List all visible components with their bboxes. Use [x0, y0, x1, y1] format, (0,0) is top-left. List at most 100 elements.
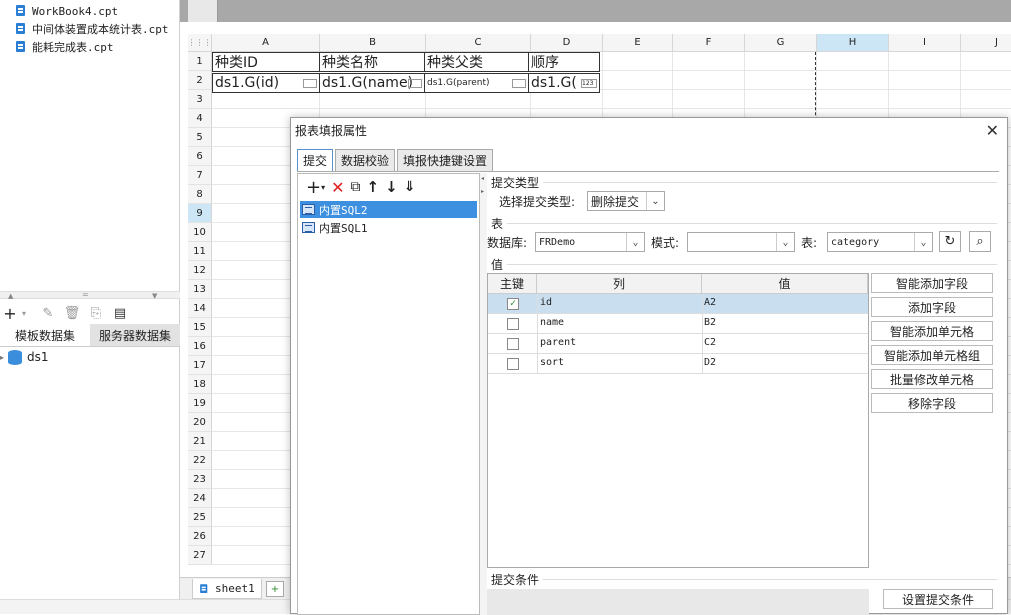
field-column-name[interactable]: parent	[540, 337, 576, 348]
row-header-17[interactable]: 17	[188, 356, 212, 375]
cell-c2[interactable]: ds1.G(parent)	[424, 73, 529, 93]
tab-fill-shortcut-settings[interactable]: 填报快捷键设置	[397, 149, 494, 171]
schema-select[interactable]: ⌄	[687, 232, 795, 252]
primary-key-checkbox[interactable]	[507, 318, 519, 330]
copy-icon[interactable]: ⧉	[351, 179, 361, 195]
primary-key-checkbox[interactable]	[507, 338, 519, 350]
primary-key-checkbox[interactable]	[507, 358, 519, 370]
preview-icon[interactable]: ⎘	[88, 305, 104, 321]
edit-icon[interactable]: ✎	[40, 305, 56, 321]
row-header-4[interactable]: 4	[188, 109, 212, 128]
row-header-20[interactable]: 20	[188, 413, 212, 432]
add-icon[interactable]: +	[306, 177, 321, 198]
row-header-7[interactable]: 7	[188, 166, 212, 185]
set-submit-condition-button[interactable]: 设置提交条件	[883, 589, 993, 609]
params-icon[interactable]: ▤	[112, 305, 128, 321]
tab-template-dataset[interactable]: 模板数据集	[0, 324, 90, 346]
row-header-13[interactable]: 13	[188, 280, 212, 299]
primary-key-checkbox[interactable]: ✓	[507, 298, 519, 310]
row-header-11[interactable]: 11	[188, 242, 212, 261]
row-header-1[interactable]: 1	[188, 52, 212, 71]
column-header-key[interactable]: 主键	[488, 274, 537, 294]
column-header-d[interactable]: D	[531, 34, 603, 52]
row-header-10[interactable]: 10	[188, 223, 212, 242]
dropdown-arrow-icon[interactable]: ▾	[321, 183, 325, 192]
row-header-24[interactable]: 24	[188, 489, 212, 508]
file-item[interactable]: 中间体装置成本统计表.cpt	[16, 20, 169, 38]
delete-icon[interactable]: ✕	[331, 178, 344, 197]
row-header-6[interactable]: 6	[188, 147, 212, 166]
move-down-icon[interactable]: ↓	[385, 178, 398, 196]
delete-icon[interactable]: 🗑	[64, 305, 81, 321]
row-header-12[interactable]: 12	[188, 261, 212, 280]
column-header-i[interactable]: I	[889, 34, 961, 52]
cell-c1[interactable]: 种类父类	[424, 52, 529, 72]
row-header-5[interactable]: 5	[188, 128, 212, 147]
row-header-9[interactable]: 9	[188, 204, 212, 223]
table-row[interactable]: parent C2	[488, 334, 868, 354]
row-header-3[interactable]: 3	[188, 90, 212, 109]
collapse-right-icon[interactable]: ▸	[481, 188, 484, 195]
table-row[interactable]: ✓ id A2	[488, 294, 868, 314]
file-item[interactable]: 能耗完成表.cpt	[16, 38, 114, 56]
field-column-name[interactable]: sort	[540, 357, 564, 368]
smart-add-fields-button[interactable]: 智能添加字段	[871, 273, 993, 293]
panel-splitter[interactable]: ◂ ▸	[480, 173, 487, 615]
cell-a2[interactable]: ds1.G(id)	[212, 73, 320, 93]
dataset-node[interactable]: ▸ ds1	[0, 349, 49, 365]
cell-b2[interactable]: ds1.G(name)	[319, 73, 425, 93]
column-header-f[interactable]: F	[673, 34, 745, 52]
search-table-button[interactable]: ⌕	[969, 231, 991, 252]
cell-a1[interactable]: 种类ID	[212, 52, 320, 72]
cell-d2[interactable]: ds1.G(123	[528, 73, 600, 93]
close-icon[interactable]: ✕	[986, 121, 999, 140]
column-header-h[interactable]: H	[817, 34, 889, 52]
move-bottom-icon[interactable]: ⇓	[404, 179, 416, 195]
drag-handle-icon[interactable]: =	[82, 290, 89, 299]
row-header-21[interactable]: 21	[188, 432, 212, 451]
collapse-up-icon[interactable]: ▲	[8, 292, 13, 300]
submit-type-select[interactable]: 删除提交 ⌄	[587, 191, 665, 211]
tab-submit[interactable]: 提交	[297, 149, 334, 171]
field-value[interactable]: A2	[704, 297, 716, 308]
column-header-e[interactable]: E	[603, 34, 673, 52]
add-field-button[interactable]: 添加字段	[871, 297, 993, 317]
list-item[interactable]: 内置SQL2	[300, 201, 477, 218]
row-header-8[interactable]: 8	[188, 185, 212, 204]
add-sheet-icon[interactable]: +	[266, 581, 284, 597]
batch-modify-cells-button[interactable]: 批量修改单元格	[871, 369, 993, 389]
remove-field-button[interactable]: 移除字段	[871, 393, 993, 413]
row-header-23[interactable]: 23	[188, 470, 212, 489]
list-item[interactable]: 内置SQL1	[300, 219, 477, 236]
panel-splitter[interactable]: ▲ = ▼	[0, 290, 180, 300]
column-header-g[interactable]: G	[745, 34, 817, 52]
dropdown-arrow-icon[interactable]: ▾	[16, 305, 32, 321]
expand-icon[interactable]: ▸	[0, 353, 4, 362]
field-column-name[interactable]: id	[540, 297, 552, 308]
row-header-19[interactable]: 19	[188, 394, 212, 413]
column-header-value[interactable]: 值	[702, 274, 868, 294]
move-up-icon[interactable]: ↑	[367, 178, 380, 196]
column-header-b[interactable]: B	[320, 34, 426, 52]
database-select[interactable]: FRDemo ⌄	[535, 232, 645, 252]
row-header-22[interactable]: 22	[188, 451, 212, 470]
file-item[interactable]: WorkBook4.cpt	[16, 2, 118, 20]
field-value[interactable]: C2	[704, 337, 716, 348]
smart-add-cell-group-button[interactable]: 智能添加单元格组	[871, 345, 993, 365]
tab-data-validation[interactable]: 数据校验	[335, 149, 396, 171]
table-row[interactable]: name B2	[488, 314, 868, 334]
field-column-name[interactable]: name	[540, 317, 564, 328]
row-header-16[interactable]: 16	[188, 337, 212, 356]
row-header-18[interactable]: 18	[188, 375, 212, 394]
column-header-column[interactable]: 列	[537, 274, 702, 294]
collapse-down-icon[interactable]: ▼	[152, 292, 157, 300]
refresh-button[interactable]: ↻	[939, 231, 961, 252]
row-header-15[interactable]: 15	[188, 318, 212, 337]
field-value[interactable]: B2	[704, 317, 716, 328]
collapse-left-icon[interactable]: ◂	[481, 175, 484, 182]
table-row[interactable]: sort D2	[488, 354, 868, 374]
sheet-tab[interactable]: sheet1	[192, 579, 262, 599]
row-header-2[interactable]: 2	[188, 71, 212, 90]
cell-b1[interactable]: 种类名称	[319, 52, 425, 72]
smart-add-cells-button[interactable]: 智能添加单元格	[871, 321, 993, 341]
